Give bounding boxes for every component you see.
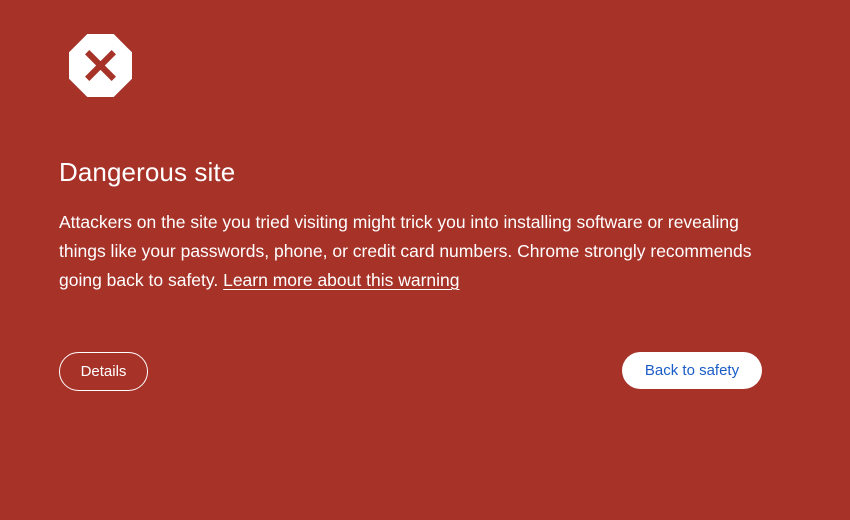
warning-message: Attackers on the site you tried visiting… [59,208,779,295]
details-button[interactable]: Details [59,352,148,391]
learn-more-link[interactable]: Learn more about this warning [223,270,459,290]
dangerous-site-icon [68,33,133,98]
page-title: Dangerous site [59,157,236,187]
back-to-safety-button[interactable]: Back to safety [622,352,762,389]
dangerous-site-interstitial: Dangerous site Attackers on the site you… [0,0,850,520]
